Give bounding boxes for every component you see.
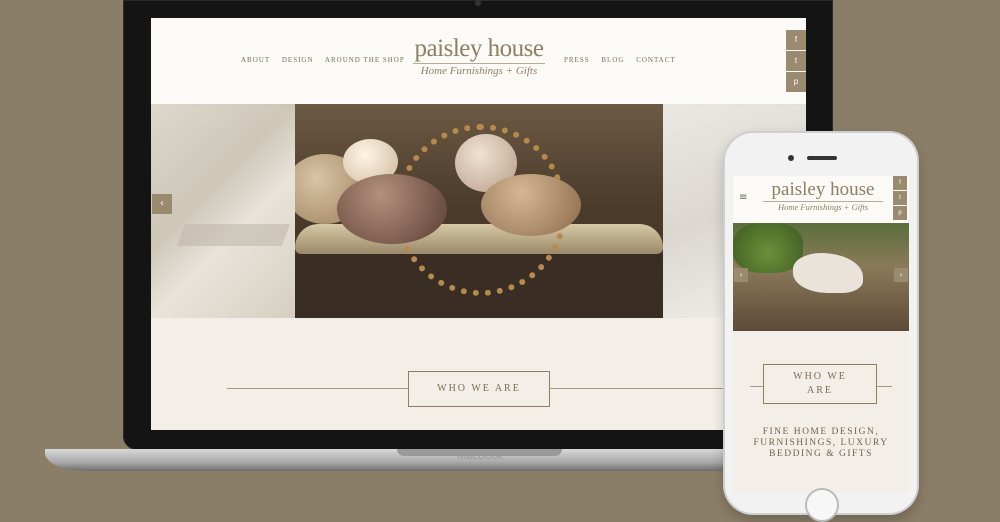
site-header: ABOUT DESIGN AROUND THE SHOP paisley hou…: [151, 18, 806, 105]
logo-tagline: Home Furnishings + Gifts: [413, 63, 545, 78]
mobile-tagline-line-2: FURNISHINGS, LUXURY: [753, 438, 889, 448]
hero-slider: ‹: [151, 104, 806, 318]
twitter-icon[interactable]: t: [893, 191, 907, 205]
mobile-logo-tagline: Home Furnishings + Gifts: [763, 201, 883, 212]
facebook-icon[interactable]: f: [893, 176, 907, 190]
phone-frame: ≡ paisley house Home Furnishings + Gifts…: [725, 133, 917, 522]
mobile-tagline-line-1: FINE HOME DESIGN,: [762, 427, 880, 437]
nav-item-around-the-shop[interactable]: AROUND THE SHOP: [325, 56, 405, 64]
nav-item-press[interactable]: PRESS: [564, 56, 590, 64]
mobile-social-links: f t p: [893, 176, 907, 221]
menu-icon[interactable]: ≡: [739, 192, 747, 203]
hero-main-image: [295, 104, 663, 318]
laptop-screen: ABOUT DESIGN AROUND THE SHOP paisley hou…: [151, 18, 806, 430]
nav-item-blog[interactable]: BLOG: [601, 56, 624, 64]
phone-camera: [788, 155, 794, 161]
phone-speaker: [807, 156, 837, 160]
slider-prev-button[interactable]: ‹: [152, 194, 172, 214]
laptop-camera: [475, 0, 481, 6]
nav-item-contact[interactable]: CONTACT: [636, 56, 676, 64]
mobile-section-title-line-1: WHO WE: [793, 371, 847, 382]
laptop-brand-label: MacBook: [457, 450, 503, 462]
nav-item-about[interactable]: ABOUT: [241, 56, 270, 64]
mobile-logo[interactable]: paisley house Home Furnishings + Gifts: [763, 180, 883, 212]
mobile-hero-image: ‹ ›: [733, 223, 909, 331]
mobile-tagline-line-3: BEDDING & GIFTS: [769, 449, 873, 459]
logo-name: paisley house: [414, 35, 544, 62]
mobile-section-title-line-2: ARE: [807, 385, 833, 396]
phone-home-button[interactable]: [805, 488, 839, 522]
who-we-are-section: WHO WE ARE: [151, 318, 806, 430]
section-title: WHO WE ARE: [408, 371, 550, 407]
pinterest-icon[interactable]: p: [893, 206, 907, 220]
pinterest-icon[interactable]: p: [786, 72, 806, 92]
horse-statue: [793, 253, 863, 293]
mobile-who-we-are-section: WHO WE ARE FINE HOME DESIGN, FURNISHINGS…: [733, 331, 909, 493]
nav-left: ABOUT DESIGN AROUND THE SHOP: [241, 56, 414, 64]
mobile-logo-name: paisley house: [771, 179, 875, 200]
social-links: f t p: [786, 30, 806, 93]
twitter-icon[interactable]: t: [786, 51, 806, 71]
velvet-pumpkin: [337, 174, 447, 244]
mobile-slider-prev-button[interactable]: ‹: [734, 268, 748, 282]
velvet-pumpkin: [481, 174, 581, 236]
phone-screen: ≡ paisley house Home Furnishings + Gifts…: [733, 176, 909, 493]
site-logo[interactable]: paisley house Home Furnishings + Gifts: [413, 36, 545, 78]
mobile-section-title: WHO WE ARE: [763, 364, 877, 404]
mobile-header: ≡ paisley house Home Furnishings + Gifts…: [733, 176, 909, 223]
nav-item-design[interactable]: DESIGN: [282, 56, 314, 64]
nav-right: PRESS BLOG CONTACT: [564, 56, 685, 64]
mobile-tagline: FINE HOME DESIGN, FURNISHINGS, LUXURY BE…: [733, 427, 909, 460]
hero-prev-slide-image: [151, 104, 295, 318]
mobile-slider-next-button[interactable]: ›: [894, 268, 908, 282]
facebook-icon[interactable]: f: [786, 30, 806, 50]
